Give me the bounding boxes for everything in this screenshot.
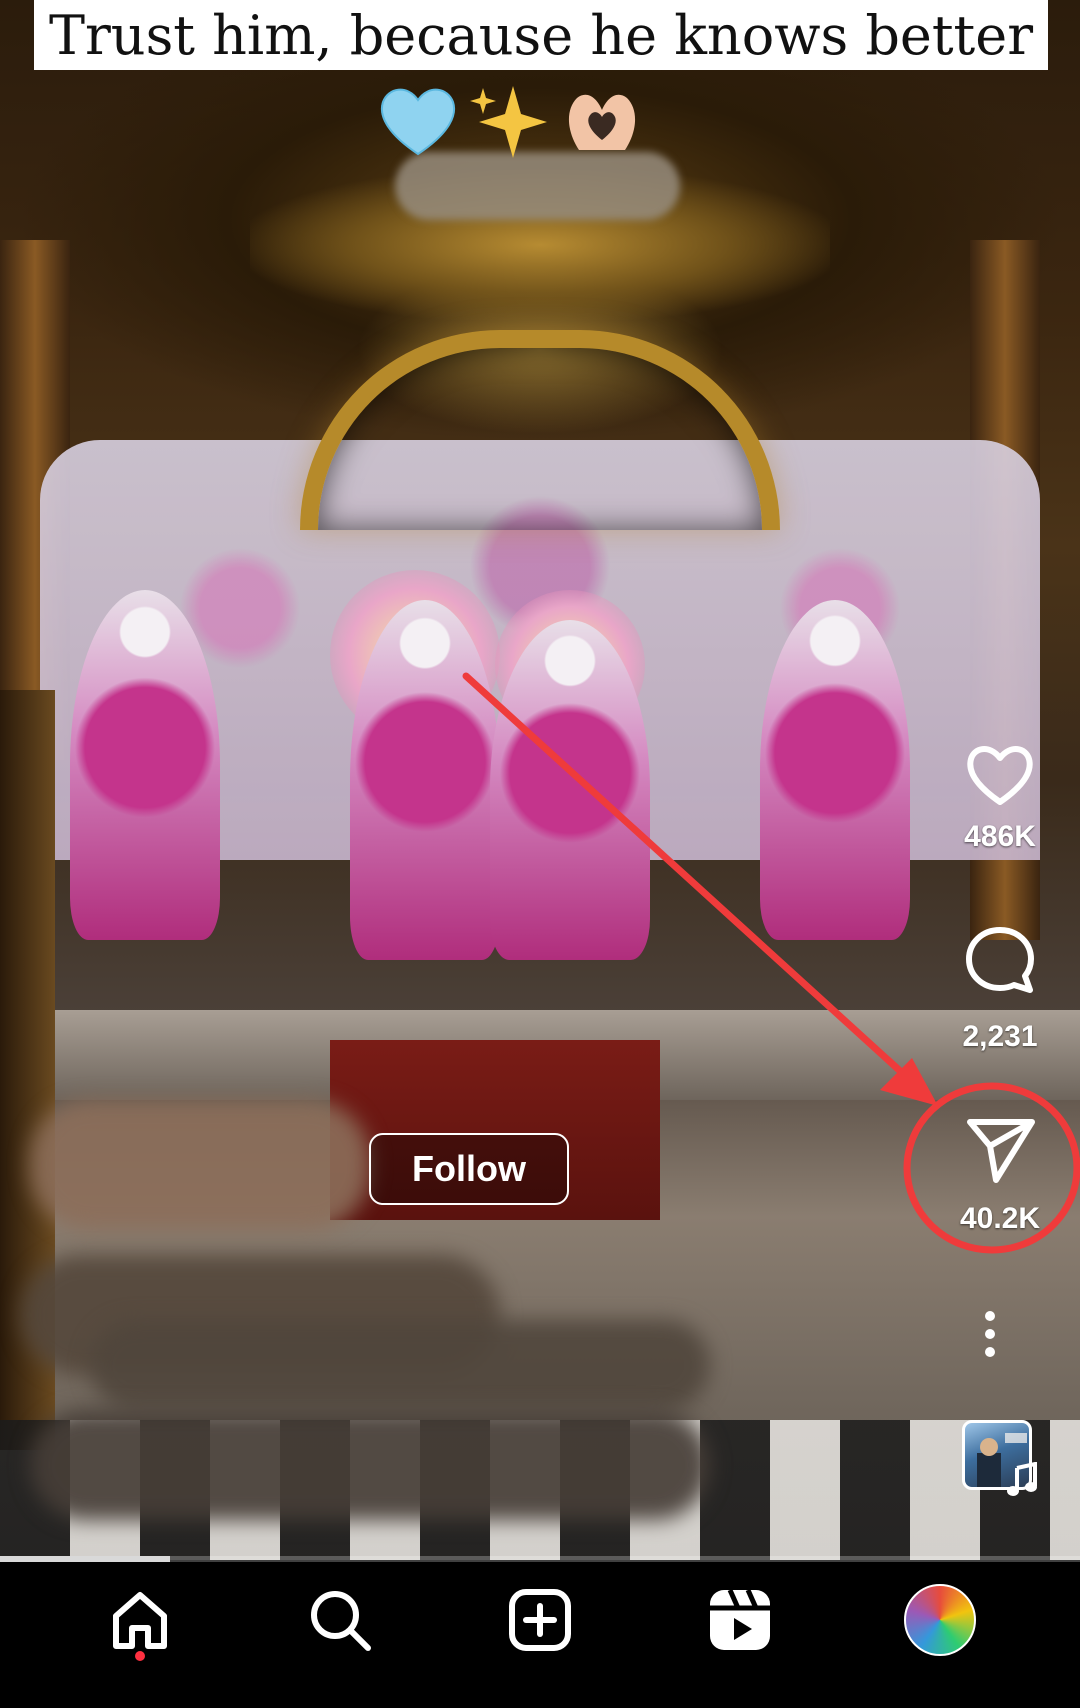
reels-icon[interactable] [706, 1586, 774, 1654]
golden-arch [300, 330, 780, 530]
share-count: 40.2K [959, 1202, 1041, 1235]
blurred-description [90, 1320, 710, 1410]
like-action[interactable]: 486K [940, 736, 1060, 854]
caption-text: Trust him, because he knows better [48, 3, 1034, 67]
sparkles-icon [470, 86, 547, 158]
blurred-audio-info [30, 1410, 710, 1520]
caption-emojis [375, 80, 645, 160]
nav-profile[interactable] [895, 1575, 985, 1665]
home-icon[interactable] [106, 1586, 174, 1654]
heart-icon[interactable] [962, 736, 1038, 812]
comment-icon[interactable] [962, 922, 1038, 998]
deity-figure [70, 590, 220, 940]
comment-count: 2,231 [962, 1020, 1038, 1053]
reel-video[interactable] [0, 0, 1080, 1560]
light-blue-heart-icon [381, 88, 455, 156]
nav-home[interactable] [95, 1575, 185, 1665]
heart-hands-icon [568, 94, 636, 150]
blurred-avatar [30, 1100, 370, 1230]
blurred-username [395, 152, 680, 220]
deity-figure [760, 600, 910, 940]
like-count: 486K [964, 820, 1036, 853]
notification-dot [135, 1651, 145, 1661]
nav-search[interactable] [295, 1575, 385, 1665]
add-post-icon[interactable] [506, 1586, 574, 1654]
comment-action[interactable]: 2,231 [940, 922, 1060, 1054]
follow-button[interactable]: Follow [369, 1133, 569, 1205]
more-vertical-icon[interactable] [984, 1310, 996, 1358]
deity-figure [490, 620, 650, 960]
send-icon[interactable] [962, 1110, 1038, 1186]
music-note-icon [1007, 1462, 1037, 1496]
deity-figure [350, 600, 500, 960]
share-action[interactable]: 40.2K [940, 1110, 1060, 1236]
caption-banner: Trust him, because he knows better [34, 0, 1048, 70]
bottom-navigation [0, 1562, 1080, 1708]
avatar[interactable] [904, 1584, 976, 1656]
nav-reels[interactable] [695, 1575, 785, 1665]
search-icon[interactable] [306, 1586, 374, 1654]
nav-create[interactable] [495, 1575, 585, 1665]
